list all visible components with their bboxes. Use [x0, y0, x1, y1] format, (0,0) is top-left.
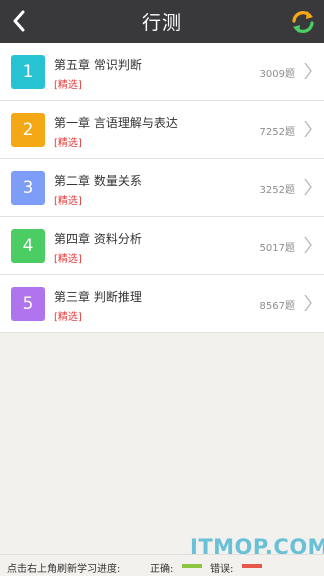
featured-tag: [精选] — [54, 196, 82, 207]
refresh-icon — [292, 11, 314, 33]
chapter-name: 第一章 言语理解与表达 — [54, 116, 178, 130]
chapter-name: 第三章 判断推理 — [54, 290, 142, 304]
featured-tag: [精选] — [54, 80, 82, 91]
chevron-right-icon — [304, 62, 312, 80]
chevron-right-icon — [304, 120, 312, 138]
page-title: 行测 — [141, 12, 182, 34]
chapter-item[interactable]: 3 第二章 数量关系 [精选] 3252题 — [0, 159, 324, 217]
question-count: 8567题 — [259, 301, 295, 312]
correct-label: 正确: — [150, 564, 174, 575]
correct-color-swatch — [182, 564, 202, 568]
chapter-list: 1 第五章 常识判断 [精选] 3009题 2 第一章 言语理解与表达 [精选] 7252题 3… — [0, 43, 324, 333]
wrong-label: 错误: — [210, 564, 234, 575]
chapter-number-badge: 4 — [11, 229, 45, 263]
chapter-number-badge: 1 — [11, 55, 45, 89]
chapter-item[interactable]: 4 第四章 资料分析 [精选] 5017题 — [0, 217, 324, 275]
chapter-item[interactable]: 5 第三章 判断推理 [精选] 8567题 — [0, 275, 324, 333]
featured-tag: [精选] — [54, 254, 82, 265]
chevron-right-icon — [304, 236, 312, 254]
chapter-number-badge: 3 — [11, 171, 45, 205]
chapter-number-badge: 2 — [11, 113, 45, 147]
question-count: 5017题 — [259, 243, 295, 254]
chapter-name: 第二章 数量关系 — [54, 174, 142, 188]
back-button[interactable] — [6, 7, 32, 35]
refresh-button[interactable] — [290, 9, 316, 35]
chapter-name: 第五章 常识判断 — [54, 58, 142, 72]
chapter-item[interactable]: 1 第五章 常识判断 [精选] 3009题 — [0, 43, 324, 101]
progress-hint: 点击右上角刷新学习进度: — [7, 564, 121, 575]
app-header: 行测 — [0, 0, 324, 43]
chevron-left-icon — [13, 10, 25, 32]
question-count: 3252题 — [259, 185, 295, 196]
chapter-item[interactable]: 2 第一章 言语理解与表达 [精选] 7252题 — [0, 101, 324, 159]
featured-tag: [精选] — [54, 138, 82, 149]
question-count: 3009题 — [259, 69, 295, 80]
wrong-color-swatch — [242, 564, 262, 568]
chapter-name: 第四章 资料分析 — [54, 232, 142, 246]
progress-legend: 点击右上角刷新学习进度: 正确: 错误: — [0, 554, 324, 576]
chevron-right-icon — [304, 178, 312, 196]
chevron-right-icon — [304, 294, 312, 312]
featured-tag: [精选] — [54, 312, 82, 323]
question-count: 7252题 — [259, 127, 295, 138]
chapter-number-badge: 5 — [11, 287, 45, 321]
